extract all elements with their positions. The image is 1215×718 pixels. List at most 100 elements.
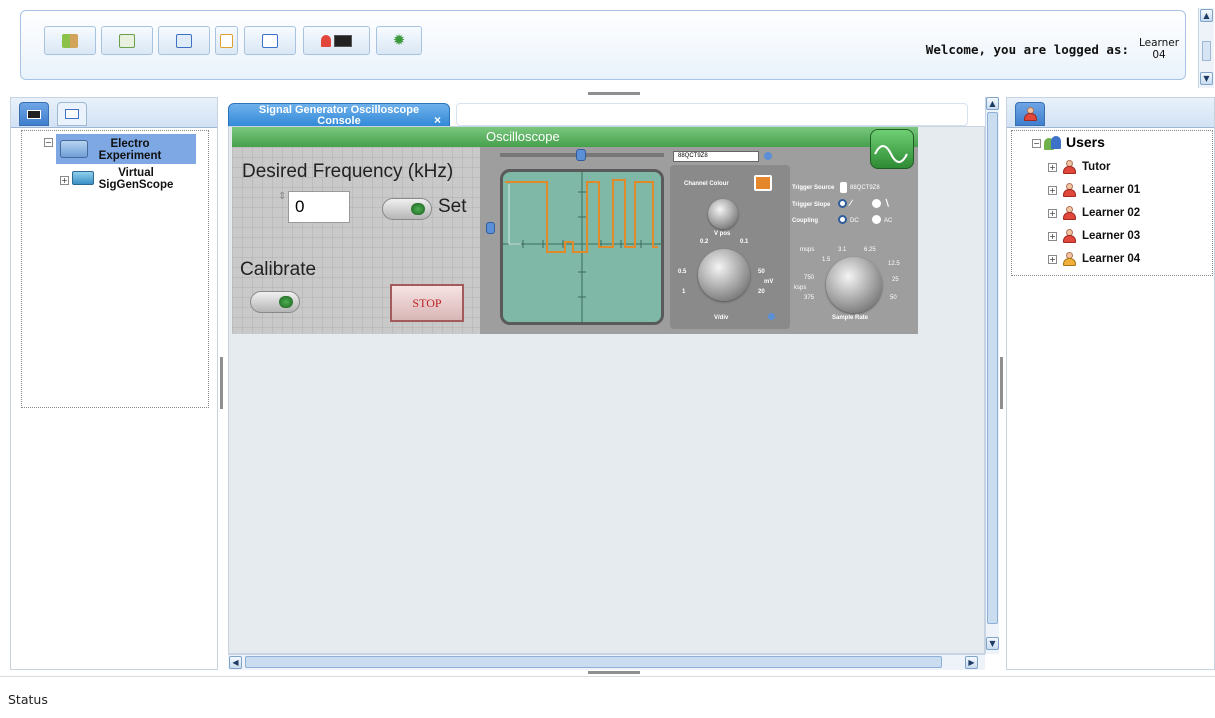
right-panel: − Users + Tutor + Learner 01 + Learner 0… xyxy=(1006,97,1215,670)
stepper-arrows-icon[interactable]: ⇕ xyxy=(278,191,286,202)
header-scrollbar[interactable]: ▲ ▼ xyxy=(1198,8,1214,88)
collapse-icon[interactable]: − xyxy=(1032,139,1041,148)
left-panel-tabbar xyxy=(11,98,217,128)
expand-icon[interactable]: + xyxy=(1048,255,1057,264)
bottom-splitter[interactable] xyxy=(588,671,640,674)
falling-slope-radio[interactable] xyxy=(872,199,881,208)
channel-colour-label: Channel Colour xyxy=(684,181,729,187)
desired-frequency-label: Desired Frequency (kHz) xyxy=(242,161,454,182)
user-item-learner-03[interactable]: Learner 03 xyxy=(1062,228,1140,244)
device-select[interactable]: 88QCT9Z8 xyxy=(673,151,759,162)
scroll-down-icon[interactable]: ▼ xyxy=(986,637,999,650)
exit-button[interactable] xyxy=(44,26,96,55)
save-button[interactable] xyxy=(101,26,153,55)
tree-label-virtual: Virtual SigGenScope xyxy=(98,167,174,191)
set-button[interactable] xyxy=(382,198,432,220)
users-root[interactable]: Users xyxy=(1044,134,1105,150)
calibrate-led-icon xyxy=(279,296,293,308)
tab-placeholder xyxy=(456,103,968,126)
users-tab-icon xyxy=(1023,107,1037,121)
tab-signal-generator[interactable]: Signal Generator Oscilloscope Console × xyxy=(228,103,450,128)
vpos-max: 0.1 xyxy=(740,239,749,245)
user-item-learner-01[interactable]: Learner 01 xyxy=(1062,182,1140,198)
sr-tick: 6.25 xyxy=(864,247,876,253)
bug-button[interactable]: ✹ xyxy=(376,26,422,55)
window-button[interactable] xyxy=(244,26,296,55)
console-tab[interactable] xyxy=(19,102,49,126)
sample-rate-knob[interactable] xyxy=(826,257,882,313)
scroll-down-icon[interactable]: ▼ xyxy=(1200,72,1213,85)
falling-edge-icon: ∖ xyxy=(884,198,890,208)
close-tab-icon[interactable]: × xyxy=(434,114,441,126)
user-item-learner-04[interactable]: Learner 04 xyxy=(1062,251,1140,267)
users-tab[interactable] xyxy=(1015,102,1045,126)
load-button[interactable] xyxy=(158,26,210,55)
user-console-button[interactable] xyxy=(303,26,370,55)
console-tab-icon xyxy=(27,109,41,119)
bug-icon: ✹ xyxy=(392,31,406,49)
expand-icon[interactable]: + xyxy=(1048,186,1057,195)
vdiv-tick: 0.5 xyxy=(678,269,687,275)
sr-tick: 50 xyxy=(890,295,897,301)
coupling-ac-label: AC xyxy=(884,218,893,224)
console-content: Desired Frequency (kHz) ⇕ 0 Set Calibrat… xyxy=(228,126,985,654)
sr-tick: 750 xyxy=(804,275,815,281)
scroll-up-icon[interactable]: ▲ xyxy=(1200,9,1213,22)
coupling-ac-radio[interactable] xyxy=(872,215,881,224)
sample-rate-label: Sample Rate xyxy=(832,315,869,321)
slider-thumb-icon[interactable] xyxy=(576,149,586,161)
scroll-right-icon[interactable]: ▶ xyxy=(965,656,978,669)
vdiv-knob[interactable] xyxy=(698,249,750,301)
status-text: Status xyxy=(8,692,48,707)
center-vscroll-thumb[interactable] xyxy=(987,112,998,624)
users-group-icon xyxy=(1044,134,1062,150)
expand-icon[interactable]: + xyxy=(60,176,69,185)
stop-button[interactable]: STOP xyxy=(390,284,464,322)
frequency-input[interactable]: 0 xyxy=(288,191,350,223)
right-splitter[interactable] xyxy=(1000,357,1003,409)
vpos-knob[interactable] xyxy=(708,199,738,229)
edit-button[interactable] xyxy=(215,26,238,55)
welcome-message: Welcome, you are logged as: Learner 04 xyxy=(926,37,1183,61)
vpos-min: 0.2 xyxy=(700,239,709,245)
sr-tick: msps xyxy=(800,247,815,253)
tree-node-electro-experiment[interactable]: Electro Experiment xyxy=(56,134,196,164)
center-hscroll-thumb[interactable] xyxy=(245,656,942,668)
vdiv-info-icon[interactable] xyxy=(768,313,775,320)
expand-icon[interactable]: + xyxy=(1048,232,1057,241)
expand-icon[interactable]: + xyxy=(1048,163,1057,172)
coupling-dc-radio[interactable] xyxy=(838,215,847,224)
center-vertical-scrollbar[interactable]: ▲ ▼ xyxy=(985,97,999,654)
welcome-text: Welcome, you are logged as: xyxy=(925,41,1129,57)
vertical-controls: Channel Colour V pos 0.2 0.1 0.5 1 20 50… xyxy=(670,165,790,329)
center-horizontal-scrollbar[interactable]: ◀ ▶ xyxy=(228,654,985,670)
scroll-left-icon[interactable]: ◀ xyxy=(229,656,242,669)
user-item-learner-02[interactable]: Learner 02 xyxy=(1062,205,1140,221)
refresh-icon[interactable] xyxy=(764,152,772,160)
top-splitter[interactable] xyxy=(588,92,640,95)
left-splitter[interactable] xyxy=(220,357,223,409)
channel-colour-swatch[interactable] xyxy=(754,175,772,191)
scroll-up-icon[interactable]: ▲ xyxy=(986,97,999,110)
logged-user: Learner 04 xyxy=(1138,37,1180,61)
signal-generator-panel: Desired Frequency (kHz) ⇕ 0 Set Calibrat… xyxy=(232,127,480,334)
status-bar: Status xyxy=(0,676,1215,718)
tree-node-virtual-siggenscope[interactable]: Virtual SigGenScope xyxy=(72,167,212,193)
save-icon xyxy=(119,33,135,48)
panel-tab[interactable] xyxy=(57,102,87,126)
user-item-tutor[interactable]: Tutor xyxy=(1062,159,1111,175)
set-label: Set xyxy=(438,196,467,217)
load-icon xyxy=(176,33,192,48)
center-tabbar: Signal Generator Oscilloscope Console × xyxy=(228,103,970,128)
calibrate-button[interactable] xyxy=(250,291,300,313)
trigger-level-marker-icon[interactable] xyxy=(486,222,495,234)
user-console-icon xyxy=(321,34,352,47)
trigger-source-stepper[interactable] xyxy=(840,182,847,193)
vdiv-tick: 20 xyxy=(758,289,765,295)
expand-icon[interactable]: + xyxy=(1048,209,1057,218)
rising-slope-radio[interactable] xyxy=(838,199,847,208)
collapse-icon[interactable]: − xyxy=(44,138,53,147)
scroll-thumb[interactable] xyxy=(1202,41,1211,61)
vdiv-tick: 50 xyxy=(758,269,765,275)
window-icon xyxy=(262,33,278,48)
